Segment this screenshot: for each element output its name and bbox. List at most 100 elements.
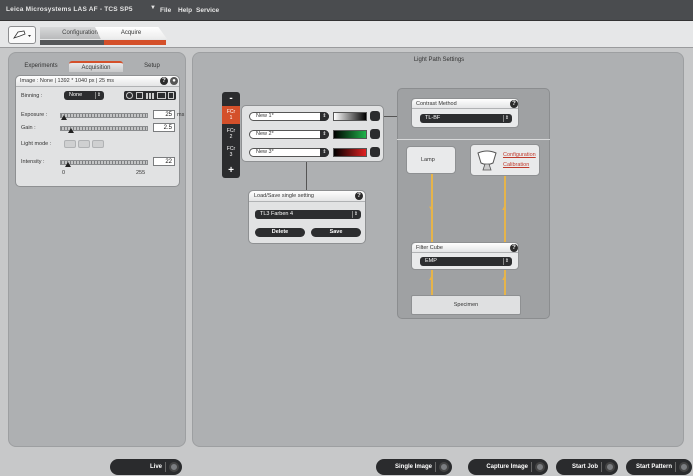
tab-acquisition[interactable]: Acquisition bbox=[69, 61, 123, 72]
chevron-updown-icon: ⇕ bbox=[320, 130, 329, 139]
fcr-2-setting[interactable]: New 2* ⇕ bbox=[249, 130, 329, 139]
filter-cube-box: Filter Cube ? EMP ⇕ bbox=[411, 242, 519, 270]
light-mode-label: Light mode : bbox=[21, 141, 52, 147]
separator bbox=[165, 462, 166, 472]
gain-slider-thumb[interactable] bbox=[67, 128, 74, 133]
live-label: Live bbox=[149, 464, 162, 470]
light-mode-button-2[interactable] bbox=[78, 140, 90, 148]
binning-dropdown[interactable]: None ⇕ bbox=[64, 91, 104, 100]
lut-gray-bar bbox=[333, 112, 367, 121]
specimen-block: Specimen bbox=[411, 295, 521, 315]
help-icon[interactable]: ? bbox=[510, 100, 518, 108]
fcr-3[interactable]: FCr 3 bbox=[222, 143, 240, 161]
start-pattern-button[interactable]: Start Pattern bbox=[626, 459, 692, 475]
single-image-label: Single Image bbox=[394, 464, 432, 470]
fcr-2[interactable]: FCr 2 bbox=[222, 125, 240, 143]
lut-1-icon[interactable] bbox=[370, 111, 380, 121]
chevron-updown-icon: ⇕ bbox=[503, 115, 510, 122]
lut-2-icon[interactable] bbox=[370, 129, 380, 139]
histogram-icon[interactable] bbox=[146, 93, 154, 99]
capture-image-indicator-icon bbox=[535, 462, 545, 472]
title-bar: Leica Microsystems LAS AF - TCS SP5 ▼ Fi… bbox=[0, 0, 693, 21]
left-panel: Experiments Acquisition Setup Image : No… bbox=[8, 52, 186, 447]
exposure-unit: ms bbox=[177, 112, 185, 118]
light-mode-button-1[interactable] bbox=[64, 140, 76, 148]
fit-icon[interactable] bbox=[157, 92, 166, 99]
gain-input[interactable]: 2.5 bbox=[153, 123, 175, 132]
separator bbox=[601, 462, 602, 472]
start-pattern-label: Start Pattern bbox=[635, 464, 672, 470]
start-job-indicator-icon bbox=[605, 462, 615, 472]
image-info-text: Image : None | 1392 * 1040 px | 25 ms bbox=[20, 78, 114, 84]
zoom-icon[interactable] bbox=[126, 92, 133, 99]
intensity-input[interactable]: 22 bbox=[153, 157, 175, 166]
image-info-header: Image : None | 1392 * 1040 px | 25 ms bbox=[16, 76, 179, 87]
configuration-link[interactable]: Configuration bbox=[503, 152, 536, 158]
fcr-3-setting[interactable]: New 3* ⇕ bbox=[249, 148, 329, 157]
menu-service[interactable]: Service bbox=[196, 7, 219, 14]
capture-image-label: Capture Image bbox=[486, 464, 528, 470]
help-icon[interactable]: ? bbox=[510, 244, 518, 252]
calibration-link[interactable]: Calibration bbox=[503, 162, 529, 168]
fcr-1-setting-value: New 1* bbox=[256, 113, 274, 119]
delete-button[interactable]: Delete bbox=[255, 228, 305, 237]
lamp-block[interactable]: Lamp bbox=[406, 146, 456, 174]
lut-green-bar bbox=[333, 130, 367, 139]
lut-3-icon[interactable] bbox=[370, 147, 380, 157]
tab-experiments[interactable]: Experiments bbox=[15, 61, 67, 72]
tab-acquire[interactable]: Acquire bbox=[95, 27, 167, 39]
connector-line bbox=[306, 162, 307, 190]
tab-setup[interactable]: Setup bbox=[127, 61, 177, 72]
contrast-method-box: Contrast Method ? TL-BF ⇕ bbox=[411, 98, 519, 128]
display-tools-strip bbox=[124, 91, 176, 100]
intensity-slider-thumb[interactable] bbox=[64, 162, 71, 167]
settings-icon[interactable]: ● bbox=[170, 77, 178, 85]
exposure-slider-thumb[interactable] bbox=[61, 115, 68, 120]
capture-image-button[interactable]: Capture Image bbox=[468, 459, 548, 475]
fcr-1-setting[interactable]: New 1* ⇕ bbox=[249, 112, 329, 121]
setting-dropdown-value: TL3 Farben 4 bbox=[260, 211, 294, 217]
intensity-max-label: 255 bbox=[136, 170, 146, 176]
load-save-title: Load/Save single setting bbox=[254, 193, 314, 199]
chevron-updown-icon: ⇕ bbox=[352, 211, 359, 218]
contrast-method-title: Contrast Method bbox=[416, 101, 457, 107]
load-save-box: Load/Save single setting ? TL3 Farben 4 … bbox=[248, 190, 366, 244]
chevron-updown-icon: ⇕ bbox=[95, 92, 102, 99]
crop-icon[interactable] bbox=[136, 92, 143, 99]
overlay-icon[interactable] bbox=[168, 92, 174, 99]
remove-fcr-button[interactable]: - bbox=[222, 92, 240, 105]
save-button[interactable]: Save bbox=[311, 228, 361, 237]
filter-cube-value: EMP bbox=[425, 258, 437, 264]
contrast-method-dropdown[interactable]: TL-BF ⇕ bbox=[420, 114, 512, 123]
setting-dropdown[interactable]: TL3 Farben 4 ⇕ bbox=[255, 210, 361, 219]
filter-cube-title: Filter Cube bbox=[416, 245, 443, 251]
arrow-down-icon: ▼ bbox=[428, 206, 434, 212]
help-icon[interactable]: ? bbox=[160, 77, 168, 85]
chevron-updown-icon: ⇕ bbox=[320, 148, 329, 157]
filter-cube-dropdown[interactable]: EMP ⇕ bbox=[420, 257, 512, 266]
start-job-button[interactable]: Start Job bbox=[556, 459, 618, 475]
fcr-1-number: 1 bbox=[229, 115, 233, 121]
microscope-menu-button[interactable] bbox=[8, 26, 36, 44]
exposure-input[interactable]: 25 bbox=[153, 110, 175, 119]
single-image-button[interactable]: Single Image bbox=[376, 459, 452, 475]
arrow-up-icon: ▲ bbox=[501, 276, 507, 282]
lut-red-bar bbox=[333, 148, 367, 157]
fcr-1[interactable]: FCr 1 bbox=[222, 106, 240, 124]
separator bbox=[531, 462, 532, 472]
live-indicator-icon bbox=[169, 462, 179, 472]
exposure-slider[interactable] bbox=[60, 113, 148, 118]
fcr-settings-box: New 1* ⇕ New 2* ⇕ New 3* ⇕ bbox=[241, 105, 384, 162]
toolbar: Configuration Acquire bbox=[0, 21, 693, 48]
help-icon[interactable]: ? bbox=[355, 192, 363, 200]
start-job-label: Start Job bbox=[571, 464, 598, 470]
menu-file[interactable]: File bbox=[160, 7, 171, 14]
light-mode-button-3[interactable] bbox=[92, 140, 104, 148]
separator bbox=[435, 462, 436, 472]
live-button[interactable]: Live bbox=[110, 459, 182, 475]
intensity-slider[interactable] bbox=[60, 160, 148, 165]
lamp-label: Lamp bbox=[421, 157, 435, 163]
add-fcr-button[interactable]: + bbox=[222, 164, 240, 177]
menu-help[interactable]: Help bbox=[178, 7, 192, 14]
app-dropdown-icon[interactable]: ▼ bbox=[150, 5, 156, 11]
